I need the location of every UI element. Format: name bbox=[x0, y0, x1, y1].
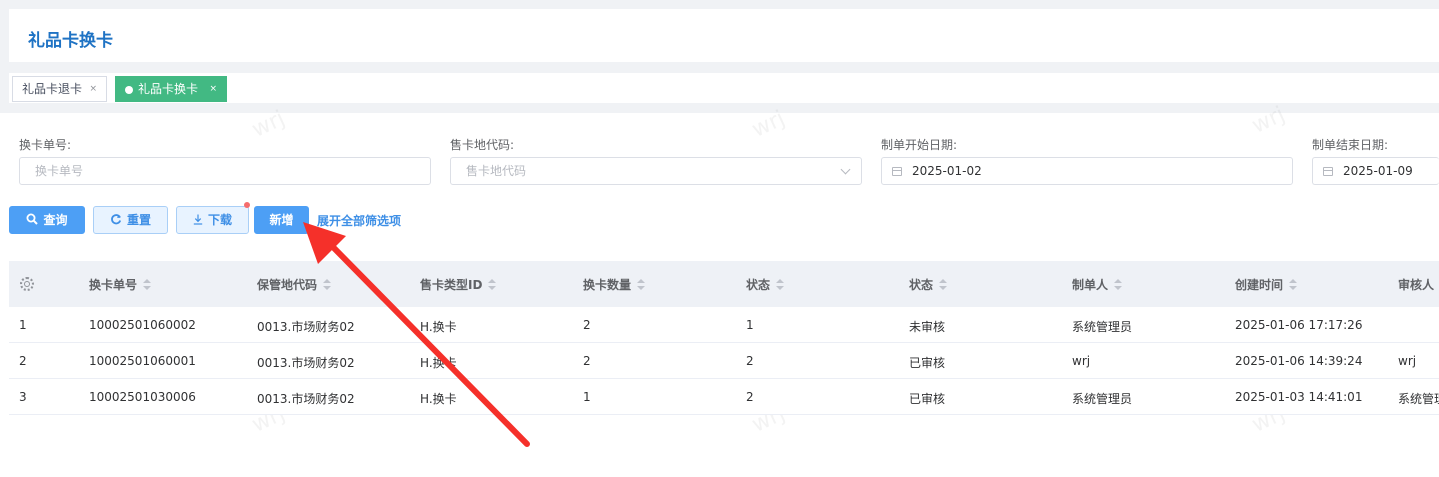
tab-label: 礼品卡退卡 bbox=[22, 82, 83, 96]
notification-dot bbox=[244, 202, 250, 208]
table-header: 换卡单号 保管地代码 售卡类型ID 换卡数量 状态 状态 制单人 创建时间 审核… bbox=[9, 261, 1439, 307]
column-header[interactable]: 状态 bbox=[746, 276, 785, 293]
download-button[interactable]: 下载 bbox=[176, 206, 249, 234]
column-header[interactable]: 售卡类型ID bbox=[420, 276, 497, 293]
reset-button[interactable]: 重置 bbox=[93, 206, 168, 234]
tab-gift-card-refund[interactable]: 礼品卡退卡 × bbox=[12, 76, 107, 102]
end-date-picker[interactable]: 2025-01-09 bbox=[1312, 157, 1439, 185]
chevron-down-icon bbox=[840, 164, 851, 175]
tab-label: 礼品卡换卡 bbox=[138, 82, 199, 96]
page-header: 礼品卡换卡 bbox=[9, 9, 1439, 62]
table-row[interactable]: 1 10002501060002 0013.市场财务02 H.换卡 2 1 未审… bbox=[9, 307, 1439, 343]
column-header[interactable]: 创建时间 bbox=[1235, 276, 1298, 293]
close-icon[interactable]: × bbox=[89, 77, 97, 101]
column-header[interactable]: 换卡数量 bbox=[583, 276, 646, 293]
start-date-picker[interactable]: 2025-01-02 bbox=[881, 157, 1293, 185]
sort-icon[interactable] bbox=[637, 279, 646, 290]
column-header[interactable]: 换卡单号 bbox=[89, 276, 152, 293]
download-label: 下载 bbox=[207, 213, 232, 227]
sort-icon[interactable] bbox=[939, 279, 948, 290]
start-date-label: 制单开始日期: bbox=[881, 138, 958, 152]
exchange-no-placeholder: 换卡单号 bbox=[35, 164, 84, 178]
column-header[interactable]: 审核人 bbox=[1398, 276, 1434, 293]
table-row[interactable]: 2 10002501060001 0013.市场财务02 H.换卡 2 2 已审… bbox=[9, 343, 1439, 379]
reset-label: 重置 bbox=[126, 213, 151, 227]
table-row[interactable]: 3 10002501030006 0013.市场财务02 H.换卡 1 2 已审… bbox=[9, 379, 1439, 415]
query-label: 查询 bbox=[43, 213, 68, 227]
expand-filters-link[interactable]: 展开全部筛选项 bbox=[317, 212, 401, 229]
sale-location-select[interactable]: 售卡地代码 bbox=[450, 157, 862, 185]
sort-icon[interactable] bbox=[143, 279, 152, 290]
tabs-bar: 礼品卡退卡 × 礼品卡换卡 × bbox=[9, 73, 1439, 103]
add-button[interactable]: 新增 bbox=[254, 206, 309, 234]
sort-icon[interactable] bbox=[1114, 279, 1123, 290]
column-header[interactable]: 制单人 bbox=[1072, 276, 1123, 293]
download-icon bbox=[193, 207, 203, 233]
end-date-label: 制单结束日期: bbox=[1312, 138, 1389, 152]
exchange-no-input[interactable]: 换卡单号 bbox=[19, 157, 431, 185]
close-icon[interactable]: × bbox=[209, 77, 217, 101]
active-dot-icon bbox=[125, 86, 133, 94]
refresh-icon bbox=[110, 207, 122, 233]
gear-icon[interactable] bbox=[20, 277, 34, 291]
sale-location-placeholder: 售卡地代码 bbox=[466, 164, 527, 178]
tab-gift-card-exchange[interactable]: 礼品卡换卡 × bbox=[115, 76, 227, 102]
page-title: 礼品卡换卡 bbox=[28, 31, 113, 51]
add-label: 新增 bbox=[269, 213, 294, 227]
search-icon bbox=[26, 207, 39, 233]
calendar-icon bbox=[892, 167, 902, 176]
sort-icon[interactable] bbox=[323, 279, 332, 290]
end-date-value: 2025-01-09 bbox=[1343, 164, 1413, 178]
column-header[interactable]: 状态 bbox=[909, 276, 948, 293]
sort-icon[interactable] bbox=[1289, 279, 1298, 290]
column-header[interactable]: 保管地代码 bbox=[257, 276, 332, 293]
sort-icon[interactable] bbox=[776, 279, 785, 290]
sort-icon[interactable] bbox=[488, 279, 497, 290]
exchange-no-label: 换卡单号: bbox=[19, 138, 72, 152]
calendar-icon bbox=[1323, 167, 1333, 176]
query-button[interactable]: 查询 bbox=[9, 206, 85, 234]
page-root: 礼品卡换卡 礼品卡退卡 × 礼品卡换卡 × wrj wrj wrj wrj wr… bbox=[0, 0, 1439, 477]
start-date-value: 2025-01-02 bbox=[912, 164, 982, 178]
sale-location-label: 售卡地代码: bbox=[450, 138, 515, 152]
